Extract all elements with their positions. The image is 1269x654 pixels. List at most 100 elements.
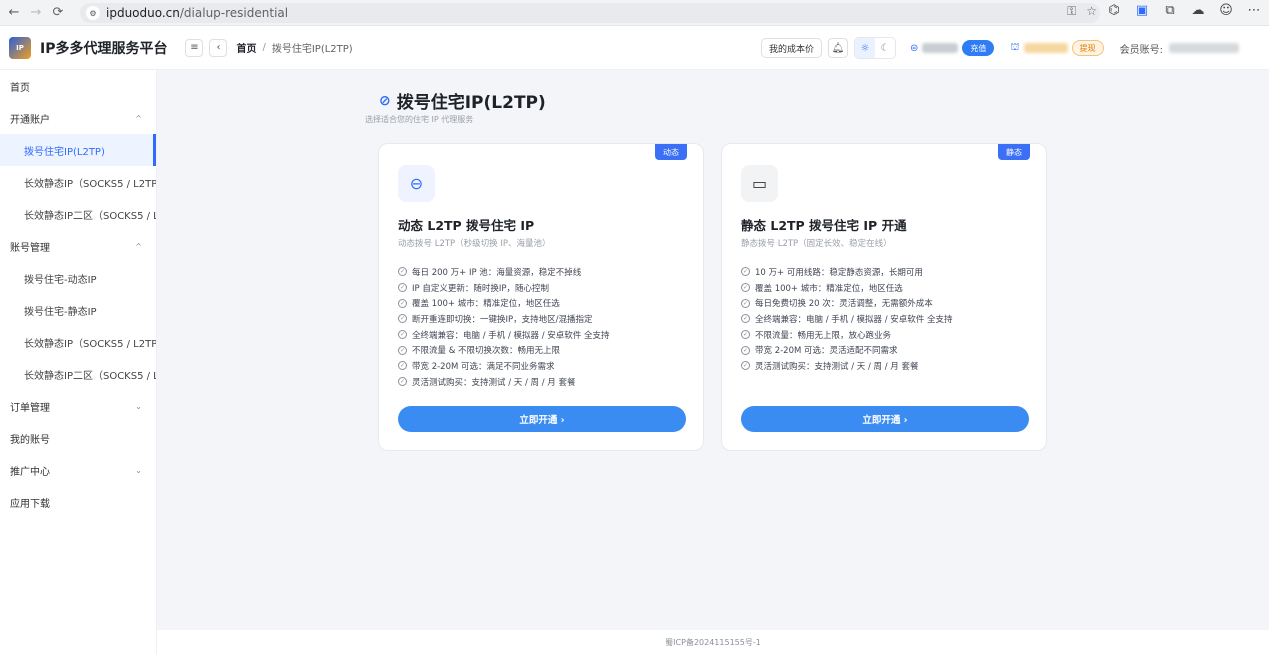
open-static-button[interactable]: 立即开通 › — [741, 406, 1029, 432]
feature-text: IP 自定义更新：随时换IP，随心控制 — [412, 283, 549, 294]
sidebar-item-label: 长效静态IP（SOCKS5 / L2TP) — [24, 178, 156, 190]
sidebar-item-dialup-l2tp[interactable]: 拨号住宅IP(L2TP) — [0, 134, 156, 166]
page-subtitle: 选择适合您的住宅 IP 代理服务 — [365, 115, 474, 124]
sidebar-item-dialup-static[interactable]: 拨号住宅-静态IP — [0, 294, 156, 326]
browser-toolbar: ← → ⟳ ⚙ ipduoduo.cn/dialup-residential ⚿… — [0, 0, 1269, 26]
chevron-up-icon: ^ — [135, 113, 142, 123]
sidebar-item-my-account[interactable]: 我的账号 — [0, 422, 156, 454]
breadcrumb-home[interactable]: 首页 — [236, 40, 256, 55]
check-circle-icon: ✓ — [398, 330, 407, 340]
back-nav-icon[interactable]: ‹ — [209, 38, 228, 57]
feature-list: ✓ 10 万+ 可用线路：稳定静态资源，长期可用 ✓ 覆盖 100+ 城市：精准定位… — [741, 264, 953, 374]
withdraw-button[interactable]: 提现 — [1071, 40, 1104, 56]
sidebar-item-account-management[interactable]: 账号管理 ^ — [0, 230, 156, 262]
site-info-icon[interactable]: ⚙ — [86, 6, 100, 20]
list-item: ✓ 灵活测试购买：支持测试 / 天 / 周 / 月 套餐 — [741, 358, 953, 374]
extension-blue-icon[interactable]: ▣ — [1133, 3, 1151, 18]
footer: 蜀ICP备2024115155号-1 — [157, 630, 1269, 654]
sidebar-item-label: 拨号住宅-动态IP — [24, 274, 97, 286]
sidebar-item-label: 开通账户 — [10, 114, 50, 126]
list-item: ✓ 不限流量 & 不限切换次数：畅用无上限 — [398, 342, 610, 358]
list-item: ✓ 不限流量：畅用无上限，放心跑业务 — [741, 327, 953, 343]
back-icon[interactable]: ← — [3, 2, 25, 24]
profile-sync-icon[interactable]: ☁ — [1189, 3, 1207, 18]
url-host: ipduoduo.cn — [106, 6, 180, 20]
page-title-text: 拨号住宅IP(L2TP) — [396, 93, 546, 113]
feature-text: 灵活测试购买：支持测试 / 天 / 周 / 月 套餐 — [412, 377, 576, 388]
breadcrumb-separator: / — [262, 42, 266, 53]
account-value — [1169, 43, 1239, 53]
sidebar-item-orders[interactable]: 订单管理 ⌄ — [0, 390, 156, 422]
sidebar-item-static-ip-accounts[interactable]: 长效静态IP（SOCKS5 / L2TP) — [0, 326, 156, 358]
feature-text: 覆盖 100+ 城市：精准定位，地区任选 — [412, 299, 560, 310]
check-circle-icon: ✓ — [398, 298, 407, 308]
check-circle-icon: ✓ — [741, 267, 750, 277]
list-item: ✓ 每日免费切换 20 次：灵活调整，无需额外成本 — [741, 295, 953, 311]
plan-title: 动态 L2TP 拨号住宅 IP — [398, 218, 535, 233]
check-circle-icon: ✓ — [398, 267, 407, 277]
check-circle-icon: ✓ — [741, 283, 750, 293]
list-item: ✓ 全终端兼容：电脑 / 手机 / 模拟器 / 安卓软件 全支持 — [398, 327, 610, 343]
sidebar-item-static-ip-zone2-accounts[interactable]: 长效静态IP二区（SOCKS5 / L2TP) — [0, 358, 156, 390]
check-circle-icon: ✓ — [398, 345, 407, 355]
sidebar-item-label: 长效静态IP（SOCKS5 / L2TP) — [24, 338, 156, 350]
feature-text: 带宽 2-20M 可选：满足不同业务需求 — [412, 361, 555, 372]
feature-text: 10 万+ 可用线路：稳定静态资源，长期可用 — [755, 267, 923, 278]
key-icon[interactable]: ⚿ — [1067, 4, 1076, 19]
list-item: ✓ 10 万+ 可用线路：稳定静态资源，长期可用 — [741, 264, 953, 280]
moon-icon[interactable]: ☾ — [875, 38, 895, 58]
monitor-icon: ▭ — [741, 165, 778, 202]
list-item: ✓ 带宽 2-20M 可选：满足不同业务需求 — [398, 358, 610, 374]
sidebar-item-downloads[interactable]: 应用下载 — [0, 486, 156, 518]
sidebar-item-dialup-dynamic[interactable]: 拨号住宅-动态IP — [0, 262, 156, 294]
sidebar-item-static-ip[interactable]: 长效静态IP（SOCKS5 / L2TP) — [0, 166, 156, 198]
list-item: ✓ 覆盖 100+ 城市：精准定位，地区任选 — [741, 280, 953, 296]
url-path: /dialup-residential — [179, 6, 289, 20]
icp-license[interactable]: 蜀ICP备2024115155号-1 — [665, 637, 761, 648]
account-icon[interactable]: ☺ — [1217, 3, 1235, 18]
brand-title: IP多多代理服务平台 — [40, 40, 168, 57]
feature-text: 覆盖 100+ 城市：精准定位，地区任选 — [755, 283, 903, 294]
chevron-up-icon: ^ — [135, 241, 142, 251]
cost-price-button[interactable]: 我的成本价 — [761, 38, 823, 58]
extensions-puzzle-icon[interactable]: ⧉ — [1161, 3, 1179, 18]
static-plan-card: 静态 ▭ 静态 L2TP 拨号住宅 IP 开通 静态拨号 L2TP（固定长效、稳… — [721, 143, 1047, 451]
check-circle-icon: ✓ — [741, 298, 750, 308]
breadcrumb: 首页 / 拨号住宅IP(L2TP) — [236, 40, 352, 55]
theme-toggle[interactable]: ☼ ☾ — [854, 37, 897, 59]
sidebar-item-label: 我的账号 — [10, 434, 50, 446]
sun-icon[interactable]: ☼ — [855, 38, 876, 58]
feature-text: 每日 200 万+ IP 池：海量资源，稳定不掉线 — [412, 267, 582, 278]
bookmark-star-icon[interactable]: ☆ — [1086, 4, 1097, 19]
sidebar-item-open-account[interactable]: 开通账户 ^ — [0, 102, 156, 134]
plan-subtitle: 静态拨号 L2TP（固定长效、稳定在线） — [741, 239, 892, 249]
bell-icon[interactable]: 🔔︎ — [828, 38, 849, 58]
check-circle-icon: ✓ — [398, 361, 407, 371]
check-circle-icon: ✓ — [741, 330, 750, 340]
sidebar-item-label: 拨号住宅-静态IP — [24, 306, 97, 318]
plan-badge: 动态 — [655, 144, 687, 160]
check-circle-icon: ✓ — [741, 314, 750, 324]
dynamic-plan-card: 动态 ⊖ 动态 L2TP 拨号住宅 IP 动态拨号 L2TP（秒级切换 IP、海… — [378, 143, 704, 451]
commission-amount — [1023, 43, 1068, 53]
more-menu-icon[interactable]: ⋯ — [1245, 3, 1263, 18]
check-circle-icon: ✓ — [741, 345, 750, 355]
reload-icon[interactable]: ⟳ — [47, 2, 69, 24]
forward-icon[interactable]: → — [25, 2, 47, 24]
link-icon: ⊖ — [398, 165, 435, 202]
sidebar-item-label: 首页 — [10, 82, 30, 94]
open-dynamic-button[interactable]: 立即开通 › — [398, 406, 686, 432]
sidebar-item-promotion[interactable]: 推广中心 ⌄ — [0, 454, 156, 486]
extension-icon[interactable]: ⌬ — [1105, 3, 1123, 18]
sidebar-item-label: 长效静态IP二区（SOCKS5 / L2TP) — [24, 370, 156, 382]
feature-text: 每日免费切换 20 次：灵活调整，无需额外成本 — [755, 299, 933, 310]
feature-text: 全终端兼容：电脑 / 手机 / 模拟器 / 安卓软件 全支持 — [755, 314, 953, 325]
plan-title: 静态 L2TP 拨号住宅 IP 开通 — [741, 218, 907, 233]
recharge-button[interactable]: 充值 — [962, 40, 995, 56]
menu-toggle-icon[interactable]: ≡ — [185, 38, 204, 57]
list-item: ✓ 断开重连即切换：一键换IP，支持地区/混播指定 — [398, 311, 610, 327]
sidebar-item-static-ip-zone2[interactable]: 长效静态IP二区（SOCKS5 / L2TP) — [0, 198, 156, 230]
address-bar[interactable]: ⚙ ipduoduo.cn/dialup-residential — [80, 3, 1100, 23]
sidebar-item-home[interactable]: 首页 — [0, 70, 156, 102]
link-icon: ⊘ — [379, 92, 391, 109]
